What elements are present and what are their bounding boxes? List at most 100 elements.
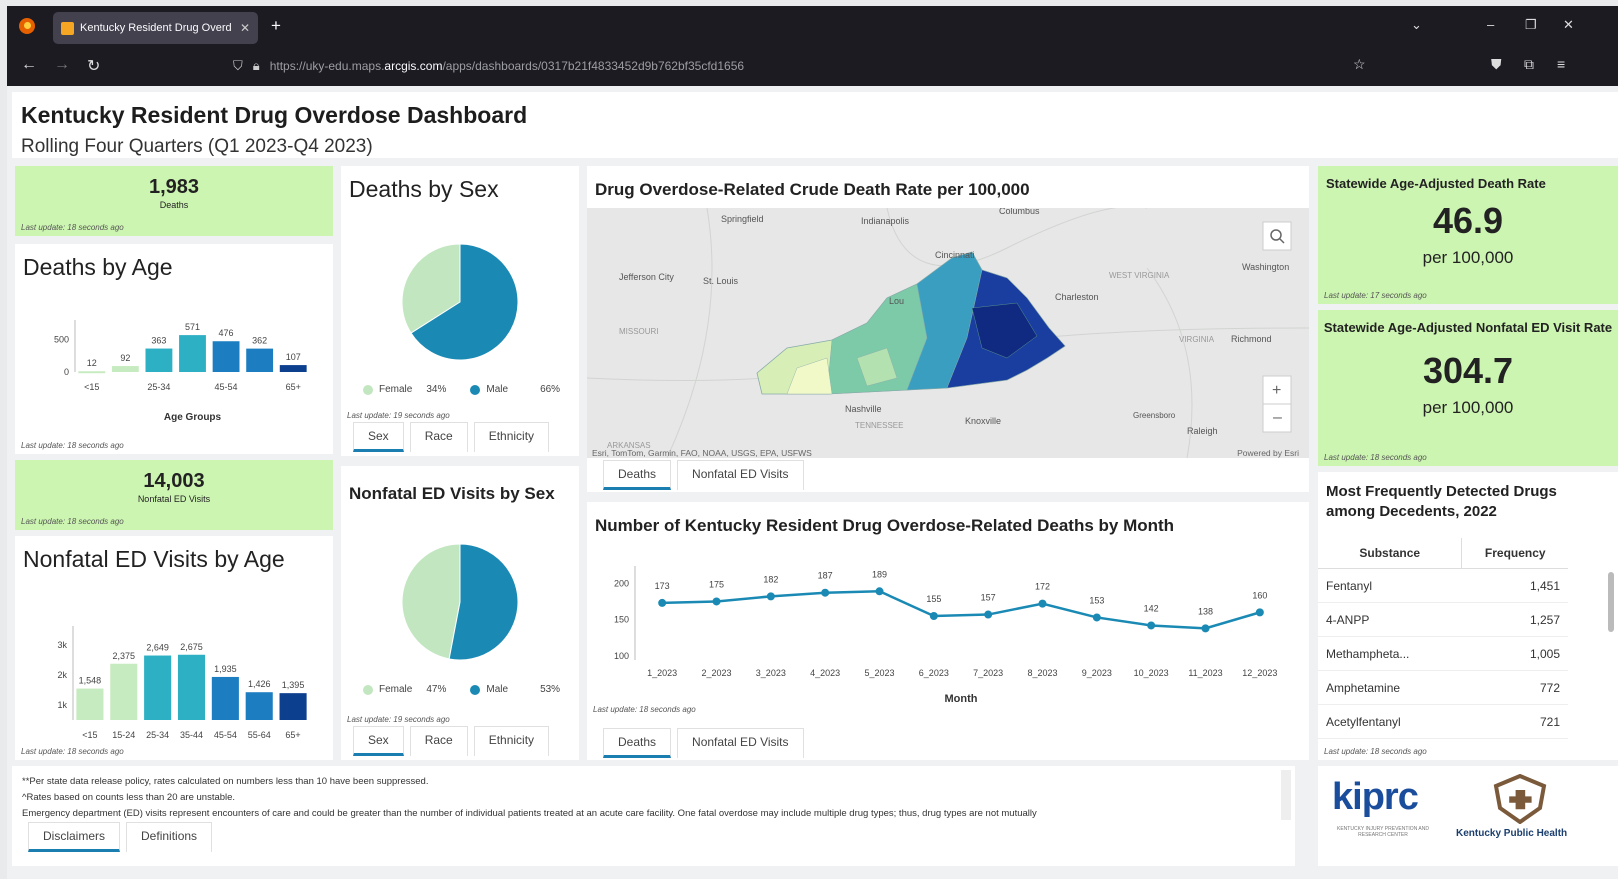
last-update: Last update: 18 seconds ago [1324,747,1427,756]
data-point [1092,613,1101,622]
stat-value: 304.7 [1422,349,1514,391]
tab-nonfatal-ed-visits[interactable]: Nonfatal ED Visits [677,728,804,758]
card-title: Deaths by Sex [349,176,499,202]
x-tick-label: 15-24 [112,730,135,740]
bar [279,365,307,372]
map-attribution: Esri, TomTom, Garmin, FAO, NOAA, USGS, E… [592,448,812,458]
back-icon[interactable]: ← [21,56,37,74]
x-tick-label: 5_2023 [864,668,894,678]
tab-ethnicity[interactable]: Ethnicity [473,422,550,452]
map-search-button[interactable] [1262,221,1292,251]
x-tick-label: 25-34 [147,382,170,392]
tab-deaths[interactable]: Deaths [603,460,672,490]
data-label: 157 [981,593,996,603]
col-substance[interactable]: Substance [1318,538,1463,569]
x-tick-label: 4_2023 [810,668,840,678]
last-update: Last update: 18 seconds ago [593,705,696,714]
monthly-tabs: Deaths Nonfatal ED Visits [603,728,804,758]
tab-ethnicity[interactable]: Ethnicity [473,726,550,756]
zoom-in-button[interactable]: + [1262,375,1292,405]
restore-button[interactable]: ❐ [1525,17,1537,33]
female-swatch [363,684,373,695]
legend-female-pct: 34% [426,384,447,395]
pocket-icon[interactable]: ⛊ [1491,56,1502,73]
forward-icon[interactable]: → [54,56,70,74]
last-update: Last update: 19 seconds ago [347,715,450,724]
tab-nonfatal-ed-visits[interactable]: Nonfatal ED Visits [677,460,804,490]
map-card: Drug Overdose-Related Crude Death Rate p… [587,166,1309,492]
map-label-cincinnati: Cincinnati [935,250,975,260]
url-bar[interactable]: ⛉ 🔒︎ https://uky-edu.maps.arcgis.com/app… [223,51,1403,81]
map-label-louisville: Lou [889,296,904,306]
tab-deaths[interactable]: Deaths [603,728,672,758]
lock-icon[interactable]: 🔒︎ [253,58,260,74]
x-tick-label: <15 [82,730,97,740]
stat-value: 46.9 [1432,199,1504,241]
map-label-nashville: Nashville [845,404,882,414]
tab-disclaimers[interactable]: Disclaimers [28,822,121,852]
dashboard-header: Kentucky Resident Drug Overdose Dashboar… [12,92,1618,158]
col-frequency[interactable]: Frequency [1461,538,1568,569]
note-line: ^Rates based on counts less than 20 are … [22,792,236,803]
kentucky-map[interactable]: Springfield Indianapolis Columbus Cincin… [587,208,1309,458]
table-scrollbar[interactable] [1608,572,1614,632]
deaths-label: Deaths [159,200,189,210]
ed-by-age-card: Nonfatal ED Visits by Age 1k 2k 3k 1,548 <15… [15,536,333,760]
reload-icon[interactable]: ↻ [87,56,100,76]
footer-notes: **Per state data release policy, rates c… [12,766,1295,866]
zoom-out-button[interactable]: – [1262,403,1292,433]
table-row[interactable]: Acetylfentanyl 721 [1318,704,1568,739]
tab-list-chevron-icon[interactable]: ⌄ [1411,17,1422,33]
tab-race[interactable]: Race [409,726,468,756]
card-title: Drug Overdose-Related Crude Death Rate p… [595,180,1030,199]
data-label: 92 [120,353,130,363]
minimize-button[interactable]: – [1487,17,1494,32]
last-update: Last update: 18 seconds ago [21,441,124,450]
table-row[interactable]: Fentanyl 1,451 [1318,568,1568,603]
note-line: Emergency department (ED) visits represe… [22,808,1037,819]
data-point [1038,599,1047,608]
powered-by-esri[interactable]: Powered by Esri [1237,448,1299,458]
tab-sex[interactable]: Sex [353,422,404,452]
table-row[interactable]: 4-ANPP 1,257 [1318,602,1568,637]
cell-frequency: 721 [1461,704,1568,739]
legend-male: Male [486,684,509,695]
table-header-row: Substance Frequency [1318,538,1568,569]
cell-substance: 4-ANPP [1318,602,1462,637]
stat-title: Statewide Age-Adjusted Death Rate [1326,176,1546,191]
close-tab-icon[interactable]: ✕ [240,21,250,35]
map-label-washington: Washington [1242,262,1289,272]
monthly-deaths-chart: 100 150 200 173 1_2023 175 2_2023 182 3_2023 187 4… [614,566,1277,705]
x-tick-label: 25-34 [146,730,169,740]
map-label-tennessee: TENNESSEE [855,421,903,430]
logos-panel: kiprc KENTUCKY INJURY PREVENTION AND RES… [1318,766,1618,866]
extensions-icon[interactable]: ⧉ [1524,56,1534,73]
data-label: 2,649 [146,643,169,653]
stat-unit: per 100,000 [1422,247,1514,267]
y-tick-label: 0 [64,367,69,377]
x-tick-label: 7_2023 [973,668,1003,678]
tab-sex[interactable]: Sex [353,726,404,756]
table-row[interactable]: Methampheta... 1,005 [1318,636,1568,671]
drugs-table: Substance Frequency Fentanyl 1,451 4-ANPP… [1318,538,1568,739]
kentucky-public-health-shield-icon [1493,774,1547,824]
data-label: 173 [655,581,670,591]
new-tab-button[interactable]: + [271,16,281,36]
data-point [1147,621,1156,630]
menu-icon[interactable]: ≡ [1557,56,1565,72]
shield-icon[interactable]: ⛉ [233,58,243,74]
close-window-button[interactable]: ✕ [1563,17,1574,33]
data-label: 107 [286,352,301,362]
x-tick-label: 3_2023 [756,668,786,678]
map-label-springfield: Springfield [721,214,764,224]
x-axis-title: Month [945,693,978,705]
male-swatch [470,384,481,395]
map-label-jefferson-city: Jefferson City [619,272,674,282]
data-label: 1,935 [214,664,237,674]
notes-scrollbar[interactable] [1281,770,1291,820]
table-row[interactable]: Amphetamine 772 [1318,670,1568,705]
tab-definitions[interactable]: Definitions [126,822,213,852]
browser-tab[interactable]: Kentucky Resident Drug Overd ✕ [53,12,258,44]
bookmark-star-icon[interactable]: ☆ [1353,56,1366,73]
tab-race[interactable]: Race [409,422,468,452]
